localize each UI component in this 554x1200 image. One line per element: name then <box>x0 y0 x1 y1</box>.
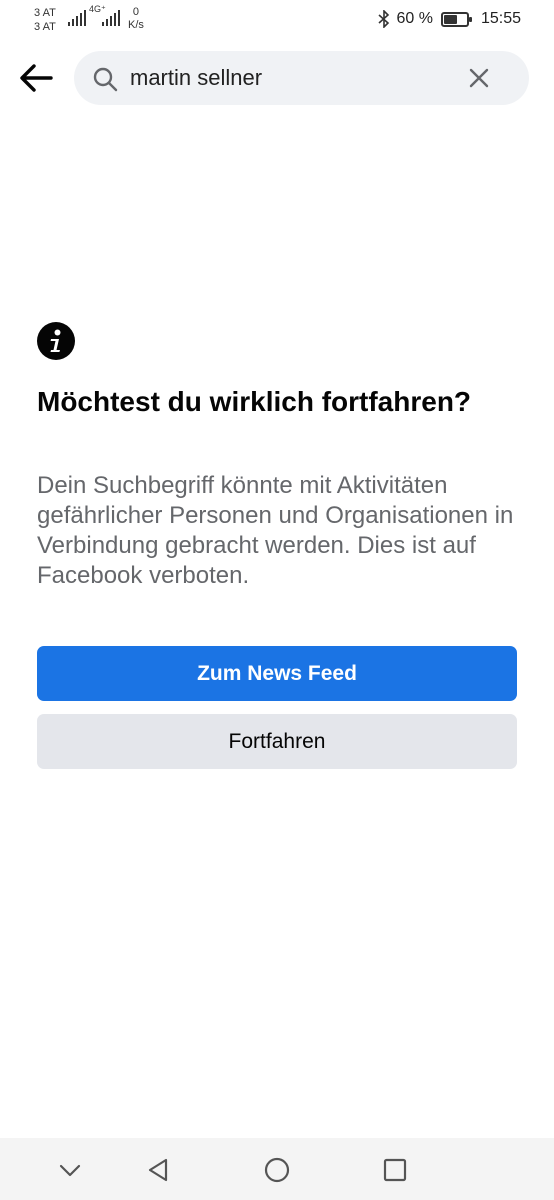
arrow-left-icon <box>20 64 53 92</box>
speed-unit: K/s <box>128 19 144 31</box>
circle-home-icon[interactable] <box>263 1156 291 1184</box>
triangle-back-icon[interactable] <box>144 1156 172 1184</box>
signal-2-icon <box>102 10 120 26</box>
system-nav-bar <box>0 1138 554 1200</box>
search-header <box>0 50 554 106</box>
battery-percent: 60 % <box>396 10 433 27</box>
clock: 15:55 <box>480 10 521 27</box>
news-feed-button[interactable]: Zum News Feed <box>37 646 517 701</box>
status-bar: 3 AT 3 AT 4G⁺ 0 K/s 60 % 15:55 <box>0 0 554 40</box>
warning-body: Dein Suchbegriff könnte mit Aktivitäten … <box>37 472 514 589</box>
square-recents-icon[interactable] <box>381 1156 409 1184</box>
continue-button[interactable]: Fortfahren <box>37 714 517 769</box>
search-icon <box>93 67 118 92</box>
signal-icon <box>68 10 86 26</box>
battery-fill <box>443 14 457 24</box>
network-speed: 0 K/s <box>128 6 144 32</box>
bluetooth-icon <box>378 10 390 28</box>
back-button[interactable] <box>14 60 58 96</box>
carrier-bottom: 3 AT <box>34 21 56 33</box>
chevron-down-icon[interactable] <box>56 1156 84 1184</box>
info-icon <box>37 322 75 360</box>
carrier-labels: 3 AT 3 AT <box>34 6 56 34</box>
status-right: 60 % 15:55 <box>378 10 521 28</box>
screen: 3 AT 3 AT 4G⁺ 0 K/s 60 % 15:55 martin se… <box>0 0 554 1200</box>
close-icon[interactable] <box>467 66 491 90</box>
battery-icon <box>440 11 472 27</box>
search-input[interactable] <box>130 51 450 105</box>
search-bar[interactable] <box>74 51 529 105</box>
speed-value: 0 <box>132 6 140 18</box>
carrier-top: 3 AT <box>34 7 56 19</box>
warning-title: Möchtest du wirklich fortfahren? <box>37 386 472 417</box>
